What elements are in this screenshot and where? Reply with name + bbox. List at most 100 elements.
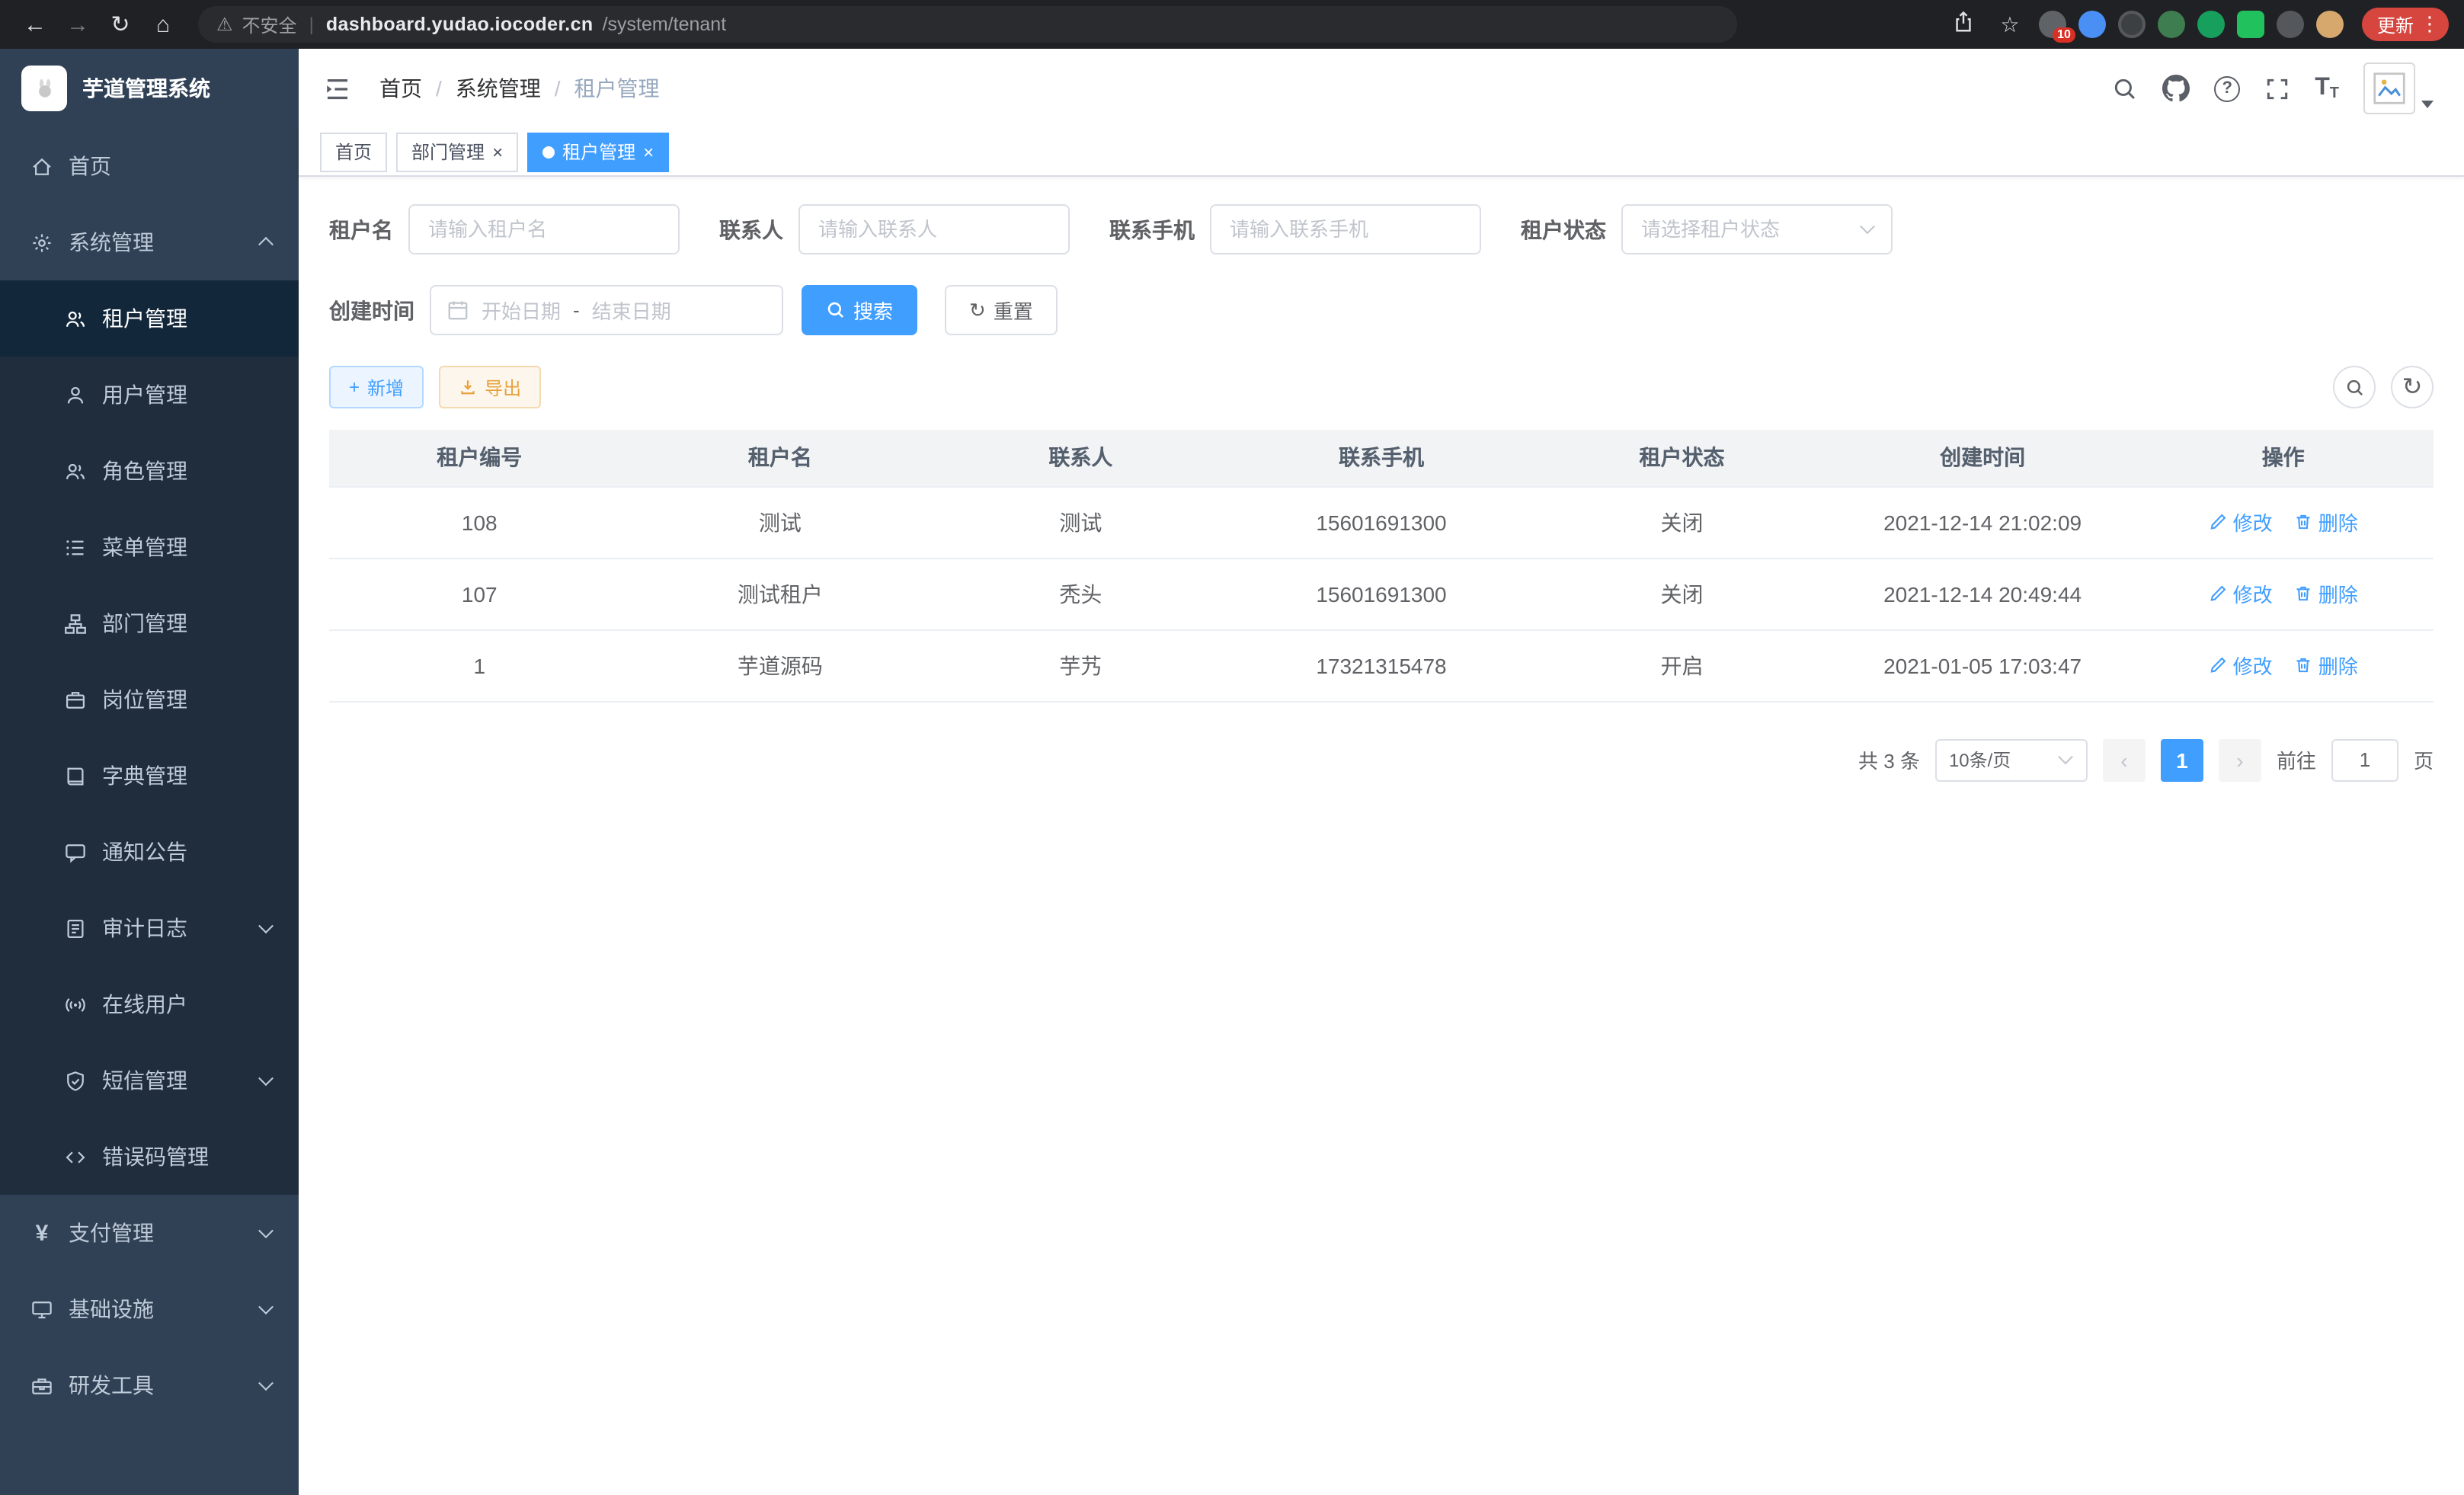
toggle-search-button[interactable] <box>2333 366 2376 408</box>
browser-update-button[interactable]: 更新 ⋮ <box>2362 8 2449 41</box>
tenant-table: 租户编号 租户名 联系人 联系手机 租户状态 创建时间 操作 108 测试 <box>329 430 2434 702</box>
sidebar-item-auditlog[interactable]: 审计日志 <box>0 890 299 966</box>
calendar-icon <box>446 299 469 322</box>
edit-link[interactable]: 修改 <box>2209 579 2273 608</box>
monitor-icon <box>30 1298 53 1321</box>
status-label: 租户状态 <box>1521 214 1606 245</box>
delete-link[interactable]: 删除 <box>2294 507 2358 536</box>
browser-profile-avatar[interactable] <box>2316 11 2344 38</box>
sidebar-item-user[interactable]: 用户管理 <box>0 357 299 433</box>
table-row: 1 芋道源码 芋艿 17321315478 开启 2021-01-05 17:0… <box>329 629 2434 701</box>
font-size-icon[interactable]: TT <box>2315 75 2339 102</box>
url-path[interactable]: /system/tenant <box>603 14 727 35</box>
sidebar-item-system[interactable]: 系统管理 <box>0 204 299 280</box>
browser-menu-icon[interactable]: ⋮ <box>2420 12 2440 37</box>
extension-icon-6[interactable] <box>2237 11 2264 38</box>
extension-icon-3[interactable] <box>2118 11 2146 38</box>
tag-dept[interactable]: 部门管理 × <box>396 132 518 171</box>
close-icon[interactable]: × <box>643 142 654 161</box>
total-count: 共 3 条 <box>1858 745 1920 774</box>
goto-page-input[interactable] <box>2331 738 2398 781</box>
breadcrumb-current: 租户管理 <box>574 73 660 104</box>
status-select[interactable] <box>1621 204 1893 255</box>
sidebar-item-home[interactable]: 首页 <box>0 128 299 204</box>
delete-link[interactable]: 删除 <box>2294 651 2358 680</box>
sidebar-item-devtool[interactable]: 研发工具 <box>0 1347 299 1423</box>
edit-link[interactable]: 修改 <box>2209 651 2273 680</box>
refresh-table-button[interactable]: ↻ <box>2391 366 2434 408</box>
fullscreen-icon[interactable] <box>2264 75 2290 101</box>
menu-list-icon <box>64 536 87 559</box>
address-bar[interactable]: ⚠ 不安全 | dashboard.yudao.iocoder.cn/syste… <box>198 6 1737 43</box>
trash-icon <box>2294 584 2314 603</box>
edit-pencil-icon <box>2209 655 2229 675</box>
col-header-mobile: 联系手机 <box>1231 430 1532 486</box>
sidebar-item-role[interactable]: 角色管理 <box>0 433 299 509</box>
bookmark-star-icon[interactable]: ☆ <box>1993 11 2027 37</box>
logo[interactable]: 芋道管理系统 <box>0 49 299 128</box>
close-icon[interactable]: × <box>492 142 503 161</box>
sidebar-item-dept[interactable]: 部门管理 <box>0 585 299 661</box>
sidebar-item-online[interactable]: 在线用户 <box>0 966 299 1042</box>
delete-link[interactable]: 删除 <box>2294 579 2358 608</box>
extension-icon-5[interactable] <box>2197 11 2225 38</box>
sidebar-item-infra[interactable]: 基础设施 <box>0 1271 299 1347</box>
edit-link[interactable]: 修改 <box>2209 507 2273 536</box>
chevron-down-icon <box>258 918 274 933</box>
start-date-placeholder: 开始日期 <box>482 296 561 325</box>
url-host[interactable]: dashboard.yudao.iocoder.cn <box>326 14 594 35</box>
col-header-name: 租户名 <box>630 430 931 486</box>
security-label[interactable]: 不安全 <box>242 11 297 37</box>
extension-icon-4[interactable] <box>2158 11 2185 38</box>
search-button[interactable]: 搜索 <box>802 285 917 335</box>
sidebar-item-payment[interactable]: ¥ 支付管理 <box>0 1195 299 1271</box>
sidebar-item-menu[interactable]: 菜单管理 <box>0 509 299 585</box>
extension-icon-2[interactable] <box>2078 11 2106 38</box>
browser-toolbar-right: ☆ 10 更新 ⋮ <box>1947 8 2449 41</box>
breadcrumb-home[interactable]: 首页 <box>379 73 422 104</box>
search-icon[interactable] <box>2112 75 2138 101</box>
page-size-select[interactable]: 10条/页 <box>1935 738 2088 781</box>
sidebar-item-tenant[interactable]: 租户管理 <box>0 280 299 357</box>
gear-icon <box>30 231 53 254</box>
page-unit-label: 页 <box>2414 745 2434 774</box>
browser-back-icon[interactable]: ← <box>15 5 55 44</box>
breadcrumb-system[interactable]: 系统管理 <box>456 73 541 104</box>
extensions-puzzle-icon[interactable] <box>2277 11 2304 38</box>
reset-button[interactable]: ↻ 重置 <box>945 285 1058 335</box>
tag-home[interactable]: 首页 <box>320 132 387 171</box>
browser-refresh-icon[interactable]: ↻ <box>101 5 140 44</box>
sidebar-item-sms[interactable]: 短信管理 <box>0 1042 299 1119</box>
sidebar-item-errorcode[interactable]: 错误码管理 <box>0 1119 299 1195</box>
browser-forward-icon[interactable]: → <box>58 5 98 44</box>
user-avatar-dropdown[interactable] <box>2363 62 2434 114</box>
export-button[interactable]: 导出 <box>439 366 541 408</box>
date-range-picker[interactable]: 开始日期 - 结束日期 <box>430 285 783 335</box>
users-icon <box>64 307 87 330</box>
tag-tenant[interactable]: 租户管理 × <box>527 132 669 171</box>
page-1-button[interactable]: 1 <box>2161 738 2203 781</box>
share-icon[interactable] <box>1947 11 1981 38</box>
tenant-name-input[interactable] <box>428 218 660 241</box>
extension-icon-1[interactable]: 10 <box>2039 11 2066 38</box>
sidebar-item-dict[interactable]: 字典管理 <box>0 738 299 814</box>
security-warning-icon[interactable]: ⚠ <box>216 14 233 35</box>
col-header-created: 创建时间 <box>1832 430 2133 486</box>
status-text: 开启 <box>1531 629 1832 701</box>
browser-chrome: ← → ↻ ⌂ ⚠ 不安全 | dashboard.yudao.iocoder.… <box>0 0 2464 49</box>
next-page-button[interactable]: › <box>2219 738 2261 781</box>
table-row: 108 测试 测试 15601691300 关闭 2021-12-14 21:0… <box>329 486 2434 558</box>
mobile-input[interactable] <box>1230 218 1461 241</box>
chevron-down-icon <box>2058 748 2073 764</box>
help-icon[interactable]: ? <box>2214 75 2240 101</box>
home-icon <box>30 155 53 178</box>
add-button[interactable]: + 新增 <box>329 366 424 408</box>
hamburger-icon[interactable] <box>323 74 352 103</box>
contact-input[interactable] <box>818 218 1050 241</box>
github-icon[interactable] <box>2162 75 2190 102</box>
browser-home-icon[interactable]: ⌂ <box>143 5 183 44</box>
sidebar-item-post[interactable]: 岗位管理 <box>0 661 299 738</box>
prev-page-button[interactable]: ‹ <box>2103 738 2146 781</box>
sidebar-item-notice[interactable]: 通知公告 <box>0 814 299 890</box>
message-icon <box>64 840 87 863</box>
